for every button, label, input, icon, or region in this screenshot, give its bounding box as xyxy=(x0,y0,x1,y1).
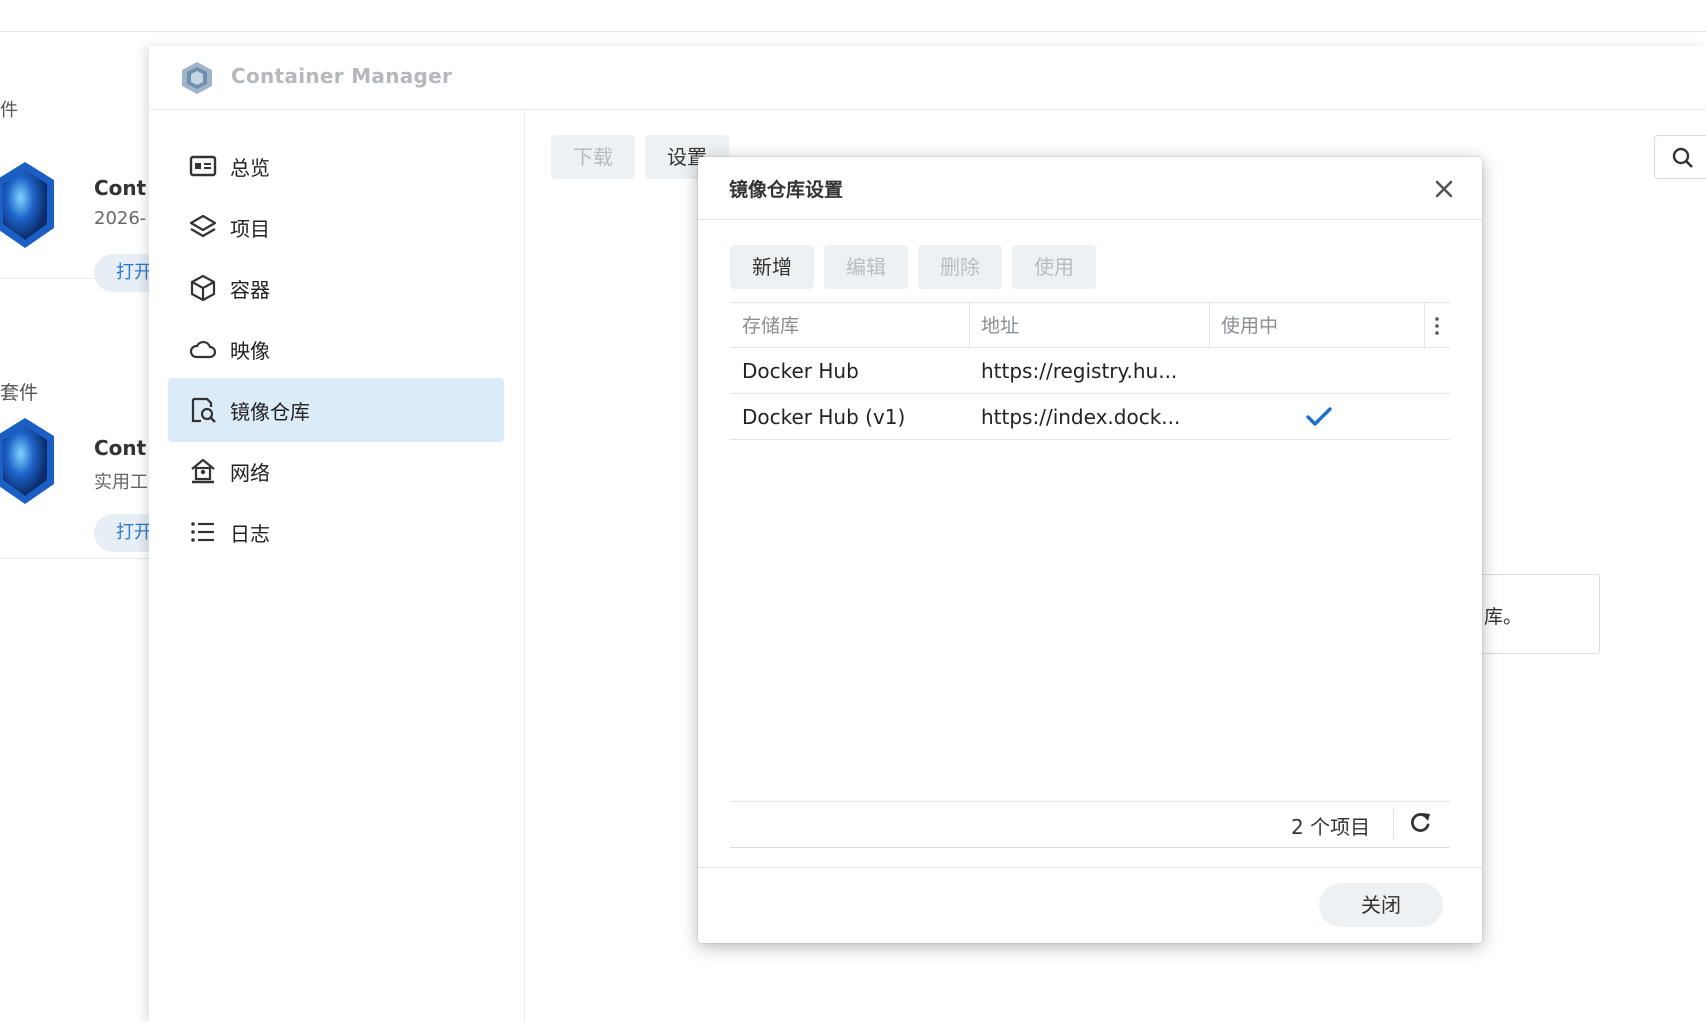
sidebar-item-registry[interactable]: 镜像仓库 xyxy=(168,378,504,442)
package-center-panel: 件 Cont 2026- 打开 套件 Cont 实用工 打开 xyxy=(0,32,174,1022)
close-button[interactable]: 关闭 xyxy=(1319,883,1443,927)
sidebar-item-network[interactable]: 网络 xyxy=(168,439,504,503)
cell-address: https://index.dock... xyxy=(981,405,1181,429)
container-manager-app-icon xyxy=(0,418,54,504)
container-cube-icon xyxy=(190,274,216,302)
table-header: 存储库 地址 使用中 xyxy=(730,302,1450,349)
package-subtitle: 实用工 xyxy=(94,472,148,493)
table-bottom-border xyxy=(730,847,1450,848)
search-button[interactable] xyxy=(1654,135,1706,179)
column-header-in-use[interactable]: 使用中 xyxy=(1209,303,1278,349)
dialog-title: 镜像仓库设置 xyxy=(729,179,844,201)
download-button[interactable]: 下载 xyxy=(551,135,635,179)
desktop-top-strip xyxy=(0,0,1706,32)
table-row[interactable]: Docker Hub (v1) https://index.dock... xyxy=(730,394,1450,440)
edit-button[interactable]: 编辑 xyxy=(824,245,908,289)
column-header-address[interactable]: 地址 xyxy=(969,303,1019,349)
container-manager-app-icon xyxy=(0,162,54,248)
sidebar-item-label: 总览 xyxy=(230,155,270,180)
registry-settings-dialog: 镜像仓库设置 新增 编辑 删除 使用 存储库 地址 使用中 Docker Hub… xyxy=(698,157,1482,943)
project-layers-icon xyxy=(189,214,217,238)
sidebar-item-label: 镜像仓库 xyxy=(230,399,310,424)
log-list-icon xyxy=(191,522,214,542)
column-options-icon[interactable] xyxy=(1430,315,1444,337)
sidebar-item-label: 日志 xyxy=(230,521,270,546)
checkmark-icon xyxy=(1306,407,1332,426)
sidebar-item-overview[interactable]: 总览 xyxy=(168,134,504,198)
sidebar-item-label: 容器 xyxy=(230,277,270,302)
package-card[interactable]: Cont 2026- 打开 xyxy=(0,104,174,292)
overview-icon xyxy=(189,155,217,177)
window-title: Container Manager xyxy=(231,64,453,88)
sidebar-item-log[interactable]: 日志 xyxy=(168,500,504,564)
sidebar-item-image[interactable]: 映像 xyxy=(168,317,504,381)
sidebar-item-label: 项目 xyxy=(230,216,270,241)
package-card[interactable]: Cont 实用工 打开 xyxy=(0,384,174,559)
window-titlebar[interactable]: Container Manager xyxy=(149,46,1706,110)
cell-repository: Docker Hub xyxy=(742,359,859,383)
table-footer-divider xyxy=(730,801,1450,802)
add-button[interactable]: 新增 xyxy=(730,245,814,289)
cell-address: https://registry.hu... xyxy=(981,359,1178,383)
sidebar: 总览 项目 容器 映像 镜像仓库 网络 日志 xyxy=(149,110,525,1022)
package-subtitle: 2026- xyxy=(94,208,147,229)
close-icon[interactable] xyxy=(1428,173,1460,205)
package-title: Cont xyxy=(94,176,147,200)
column-header-repository[interactable]: 存储库 xyxy=(730,303,799,349)
cell-repository: Docker Hub (v1) xyxy=(742,405,906,429)
dialog-header[interactable]: 镜像仓库设置 xyxy=(698,157,1482,220)
column-divider[interactable] xyxy=(1424,303,1425,349)
sidebar-item-label: 网络 xyxy=(230,460,270,485)
info-tooltip-text: 库。 xyxy=(1484,606,1523,628)
sidebar-item-project[interactable]: 项目 xyxy=(168,195,504,259)
divider xyxy=(1393,809,1394,839)
dialog-footer-divider xyxy=(698,867,1482,868)
use-button[interactable]: 使用 xyxy=(1012,245,1096,289)
image-cloud-icon xyxy=(189,340,217,359)
container-manager-logo-icon xyxy=(182,62,212,94)
delete-button[interactable]: 删除 xyxy=(918,245,1002,289)
item-count: 2 个项目 xyxy=(1291,815,1371,839)
sidebar-item-container[interactable]: 容器 xyxy=(168,256,504,320)
package-title: Cont xyxy=(94,436,147,460)
sidebar-item-label: 映像 xyxy=(230,338,270,363)
table-row[interactable]: Docker Hub https://registry.hu... xyxy=(730,348,1450,394)
refresh-icon[interactable] xyxy=(1407,810,1433,836)
registry-search-icon xyxy=(191,397,216,423)
network-house-icon xyxy=(191,458,215,484)
search-icon xyxy=(1672,147,1693,168)
